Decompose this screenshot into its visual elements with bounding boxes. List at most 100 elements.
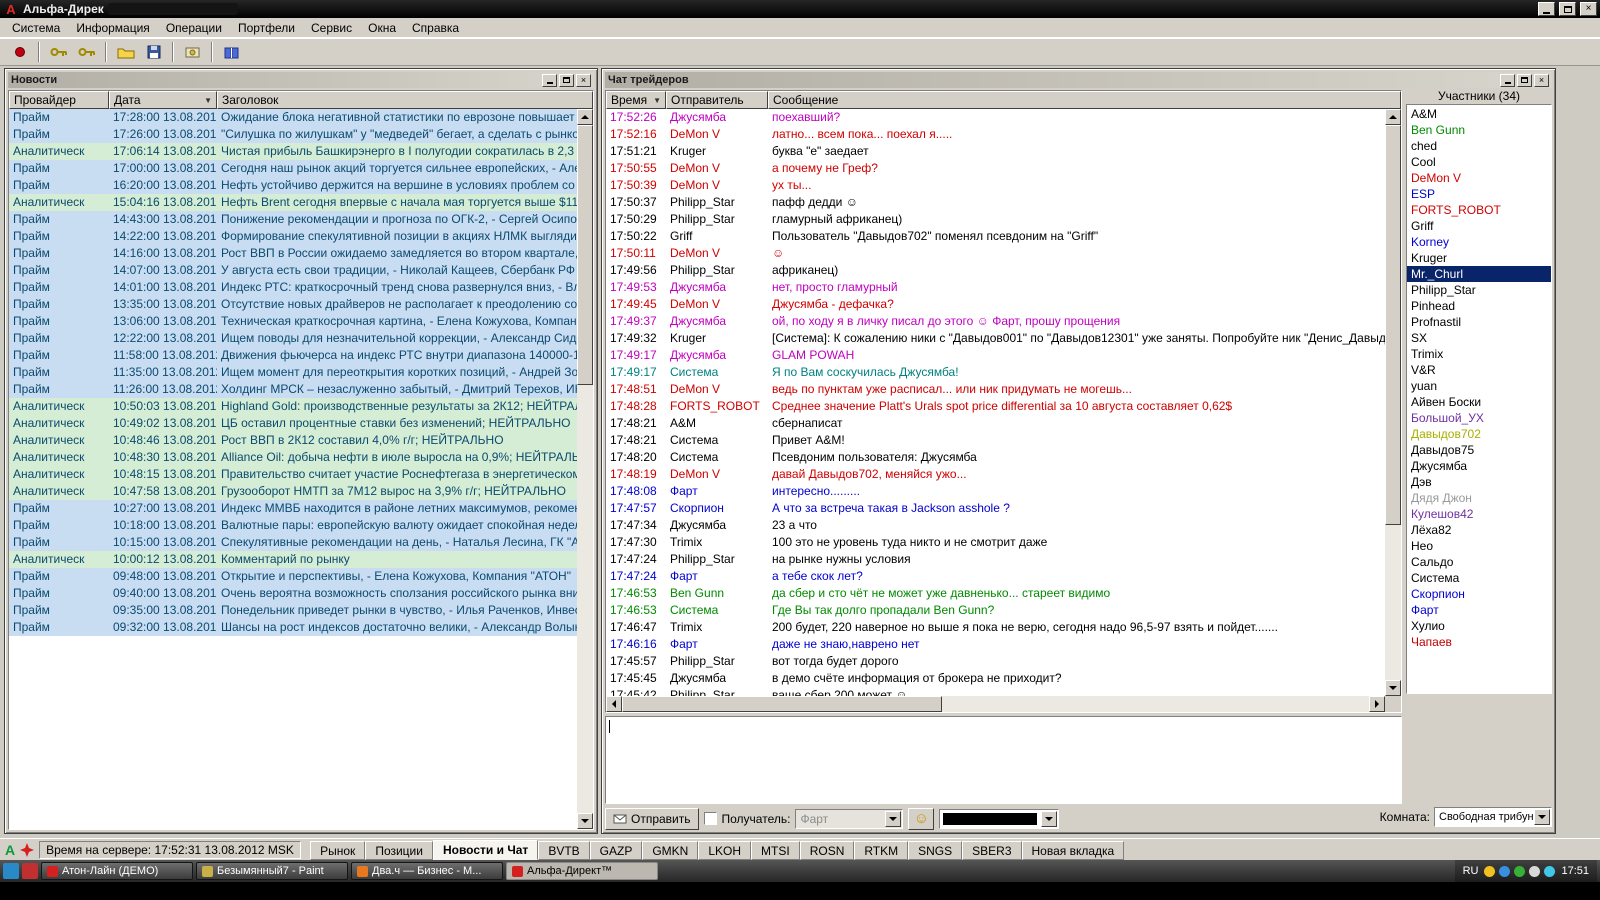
table-row[interactable]: 17:50:22 Griff Пользователь "Давыдов702" п…: [606, 228, 1385, 245]
table-row[interactable]: 17:50:39 DeMon V ух ты...: [606, 177, 1385, 194]
participant-item[interactable]: FORTS_ROBOT: [1407, 202, 1551, 218]
menu-item[interactable]: Система: [4, 19, 68, 37]
participant-item[interactable]: Айвен Боски: [1407, 394, 1551, 410]
participant-item[interactable]: Mr._Churl: [1407, 266, 1551, 282]
column-header[interactable]: Отправитель: [666, 91, 768, 109]
participant-item[interactable]: Сальдо: [1407, 554, 1551, 570]
table-row[interactable]: 17:47:57 Скорпион А что за встреча такая в…: [606, 500, 1385, 517]
table-row[interactable]: 17:49:45 DeMon V Джусямба - дефачка?: [606, 296, 1385, 313]
table-row[interactable]: 17:49:53 Джусямба нет, просто гламурный: [606, 279, 1385, 296]
table-row[interactable]: 17:47:30 Trimix 100 это не уровень туда ни…: [606, 534, 1385, 551]
chat-window-titlebar[interactable]: Чат трейдеров ×: [605, 72, 1552, 88]
table-row[interactable]: Аналитическ 15:04:16 13.08.2012 Нефть Bren…: [9, 194, 577, 211]
column-header[interactable]: Провайдер: [9, 91, 109, 109]
open-button[interactable]: [112, 40, 139, 64]
statusbar-tab[interactable]: RTKM: [854, 840, 909, 860]
chat-vertical-scrollbar[interactable]: [1385, 109, 1401, 696]
table-row[interactable]: 17:48:28 FORTS_ROBOT Среднее значение Plat…: [606, 398, 1385, 415]
participant-item[interactable]: V&R: [1407, 362, 1551, 378]
taskbar-button[interactable]: Два.ч — Бизнес - М...: [351, 862, 503, 880]
table-row[interactable]: 17:50:29 Philipp_Star гламурный африканец): [606, 211, 1385, 228]
table-row[interactable]: Прайм 10:18:00 13.08.2012 Валютные пары: е…: [9, 517, 577, 534]
taskbar-button[interactable]: Атон-Лайн (ДЕМО): [41, 862, 193, 880]
menu-item[interactable]: Сервис: [303, 19, 360, 37]
menu-item[interactable]: Портфели: [230, 19, 303, 37]
table-row[interactable]: 17:48:20 Система Псевдоним пользователя: Д…: [606, 449, 1385, 466]
send-button[interactable]: Отправить: [605, 807, 699, 830]
participant-item[interactable]: Хулио: [1407, 618, 1551, 634]
participant-item[interactable]: Большой_УХ: [1407, 410, 1551, 426]
table-row[interactable]: 17:45:42 Philipp_Star ваще сбер 200 может …: [606, 687, 1385, 696]
table-row[interactable]: 17:49:37 Джусямба ой, по ходу я в личку пи…: [606, 313, 1385, 330]
participant-item[interactable]: Trimix: [1407, 346, 1551, 362]
participant-item[interactable]: Кулешов42: [1407, 506, 1551, 522]
chevron-down-icon[interactable]: [885, 810, 902, 827]
table-row[interactable]: Прайм 11:58:00 13.08.2012 Движения фьючерс…: [9, 347, 577, 364]
tray-icon-4[interactable]: [1529, 865, 1541, 877]
key-button-1[interactable]: [45, 40, 72, 64]
scroll-up-button[interactable]: [1385, 109, 1401, 125]
table-row[interactable]: 17:51:21 Kruger буква "е" заедает: [606, 143, 1385, 160]
participant-item[interactable]: Давыдов702: [1407, 426, 1551, 442]
table-row[interactable]: 17:45:57 Philipp_Star вот тогда будет доро…: [606, 653, 1385, 670]
table-row[interactable]: Аналитическ 10:49:02 13.08.2012 ЦБ оставил…: [9, 415, 577, 432]
table-row[interactable]: Аналитическ 10:50:03 13.08.2012 Highland G…: [9, 398, 577, 415]
statusbar-tab[interactable]: Новая вкладка: [1021, 840, 1125, 860]
participant-item[interactable]: Чапаев: [1407, 634, 1551, 650]
tray-icon-2[interactable]: [1499, 865, 1511, 877]
table-row[interactable]: 17:47:24 Philipp_Star на рынке нужны услов…: [606, 551, 1385, 568]
app-titlebar[interactable]: А Альфа-Дирек ×: [0, 0, 1600, 18]
restore-button[interactable]: [1559, 2, 1576, 16]
statusbar-tab[interactable]: Позиции: [365, 840, 433, 860]
participant-item[interactable]: Ben Gunn: [1407, 122, 1551, 138]
column-header[interactable]: Дата ▼: [109, 91, 217, 109]
save-button[interactable]: [140, 40, 167, 64]
participant-item[interactable]: ched: [1407, 138, 1551, 154]
participant-item[interactable]: A&M: [1407, 106, 1551, 122]
language-indicator[interactable]: RU: [1463, 865, 1479, 877]
participant-item[interactable]: Лёха82: [1407, 522, 1551, 538]
table-row[interactable]: Прайм 09:40:00 13.08.2012 Очень вероятна в…: [9, 585, 577, 602]
participant-item[interactable]: SX: [1407, 330, 1551, 346]
table-row[interactable]: 17:49:17 Система Я по Вам соскучилась Джус…: [606, 364, 1385, 381]
table-row[interactable]: 17:45:45 Джусямба в демо счёте информация …: [606, 670, 1385, 687]
tray-icon-1[interactable]: [1484, 865, 1496, 877]
table-row[interactable]: 17:48:19 DeMon V давай Давыдов702, меняйся…: [606, 466, 1385, 483]
room-combobox[interactable]: Свободная трибуна: [1434, 807, 1552, 827]
table-row[interactable]: 17:46:16 Фарт даже не знаю,наврено нет: [606, 636, 1385, 653]
scroll-up-button[interactable]: [577, 109, 593, 125]
news-maximize-button[interactable]: [559, 73, 574, 87]
taskbar-button[interactable]: Безымянный7 - Paint: [196, 862, 348, 880]
tray-icon-3[interactable]: [1514, 865, 1526, 877]
participant-item[interactable]: Griff: [1407, 218, 1551, 234]
chat-horizontal-scrollbar[interactable]: [606, 696, 1385, 712]
menu-item[interactable]: Операции: [158, 19, 230, 37]
table-row[interactable]: Прайм 17:28:00 13.08.2012 Ожидание блока н…: [9, 109, 577, 126]
column-header[interactable]: Сообщение: [768, 91, 1401, 109]
statusbar-tab[interactable]: SNGS: [908, 840, 963, 860]
emoticon-button[interactable]: ☺: [908, 807, 935, 830]
table-row[interactable]: Прайм 17:00:00 13.08.2012 Сегодня наш рыно…: [9, 160, 577, 177]
table-row[interactable]: 17:48:08 Фарт интересно.........: [606, 483, 1385, 500]
participant-item[interactable]: Давыдов75: [1407, 442, 1551, 458]
statusbar-tab[interactable]: MTSI: [751, 840, 800, 860]
participant-item[interactable]: Джусямба: [1407, 458, 1551, 474]
table-row[interactable]: Прайм 10:27:00 13.08.2012 Индекс ММВБ нахо…: [9, 500, 577, 517]
table-row[interactable]: Прайм 17:26:00 13.08.2012 "Силушка по жилу…: [9, 126, 577, 143]
scroll-thumb[interactable]: [1385, 125, 1401, 525]
column-header[interactable]: Время ▼: [606, 91, 666, 109]
table-row[interactable]: Прайм 16:20:00 13.08.2012 Нефть устойчиво …: [9, 177, 577, 194]
news-vertical-scrollbar[interactable]: [577, 109, 593, 829]
table-row[interactable]: Аналитическ 10:00:12 13.08.2012 Комментари…: [9, 551, 577, 568]
news-close-button[interactable]: ×: [576, 73, 591, 87]
quicklaunch-icon-2[interactable]: [22, 863, 38, 879]
participant-item[interactable]: Philipp_Star: [1407, 282, 1551, 298]
participant-item[interactable]: Дядя Джон: [1407, 490, 1551, 506]
participant-item[interactable]: Скорпион: [1407, 586, 1551, 602]
table-row[interactable]: Прайм 14:43:00 13.08.2012 Понижение рекоме…: [9, 211, 577, 228]
scroll-thumb[interactable]: [622, 696, 942, 712]
chat-maximize-button[interactable]: [1517, 73, 1532, 87]
table-row[interactable]: 17:46:53 Система Где Вы так долго пропадал…: [606, 602, 1385, 619]
participant-item[interactable]: Система: [1407, 570, 1551, 586]
message-input[interactable]: [605, 716, 1402, 804]
